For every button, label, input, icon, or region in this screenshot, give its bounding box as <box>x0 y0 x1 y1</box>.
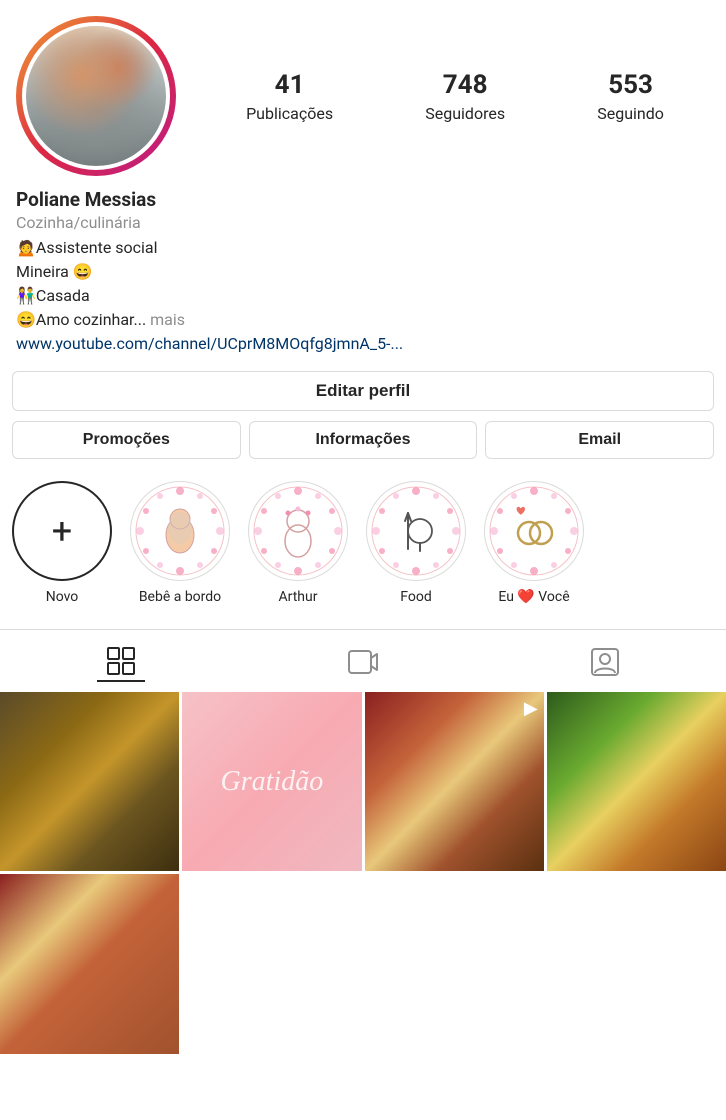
profile-link[interactable]: www.youtube.com/channel/UCprM8MOqfg8jmnA… <box>16 334 710 353</box>
plus-icon: + <box>52 513 72 549</box>
bio-more[interactable]: mais <box>150 310 185 329</box>
profile-name: Poliane Messias <box>16 188 710 211</box>
posts-stat[interactable]: 41 Publicações <box>246 70 333 123</box>
secondary-buttons-row: Promoções Informações Email <box>12 421 714 459</box>
eu-voce-story-image <box>486 483 582 579</box>
highlight-arthur[interactable]: Arthur <box>248 481 348 605</box>
posts-count: 41 <box>275 70 305 100</box>
grid-photo-3[interactable]: ▶ <box>365 692 544 871</box>
avatar[interactable] <box>16 16 176 176</box>
followers-label: Seguidores <box>425 104 505 123</box>
grid-photo-4[interactable] <box>547 692 726 871</box>
highlight-eu-voce[interactable]: Eu ❤️ Você <box>484 481 584 605</box>
profile-category: Cozinha/culinária <box>16 213 710 232</box>
stats-section: 41 Publicações 748 Seguidores 553 Seguin… <box>200 70 710 123</box>
tab-tagged[interactable] <box>581 642 629 682</box>
followers-stat[interactable]: 748 Seguidores <box>425 70 505 123</box>
highlight-arthur-circle <box>248 481 348 581</box>
food-story-image <box>368 483 464 579</box>
following-count: 553 <box>608 70 653 100</box>
promotions-button[interactable]: Promoções <box>12 421 241 459</box>
highlight-food-circle <box>366 481 466 581</box>
bio-line-1: 🙍Assistente social <box>16 236 710 260</box>
bio-line-4: 😄Amo cozinhar... mais <box>16 308 710 332</box>
highlight-bebe-label: Bebê a bordo <box>139 589 221 605</box>
bio-line-2: Mineira 😄 <box>16 260 710 284</box>
highlight-novo[interactable]: + Novo <box>12 481 112 605</box>
highlights-section: + Novo <box>0 469 726 605</box>
bio-section: Poliane Messias Cozinha/culinária 🙍Assis… <box>0 176 726 361</box>
photo-grid: Gratidão ▶ <box>0 692 726 1054</box>
tab-video[interactable] <box>339 642 387 682</box>
profile-header: 41 Publicações 748 Seguidores 553 Seguin… <box>0 0 726 176</box>
bebe-story-image <box>132 483 228 579</box>
video-play-icon: ▶ <box>524 698 538 719</box>
highlight-eu-voce-circle <box>484 481 584 581</box>
tab-grid[interactable] <box>97 642 145 682</box>
highlight-food[interactable]: Food <box>366 481 466 605</box>
email-button[interactable]: Email <box>485 421 714 459</box>
following-stat[interactable]: 553 Seguindo <box>597 70 664 123</box>
person-tag-icon <box>589 646 621 678</box>
informacoes-button[interactable]: Informações <box>249 421 478 459</box>
highlight-new-circle[interactable]: + <box>12 481 112 581</box>
highlight-bebe-circle <box>130 481 230 581</box>
arthur-story-image <box>250 483 346 579</box>
grid-photo-1[interactable] <box>0 692 179 871</box>
followers-count: 748 <box>443 70 488 100</box>
gratidao-text: Gratidão <box>221 766 324 798</box>
highlight-novo-label: Novo <box>46 589 79 605</box>
bio-line-3: 👫Casada <box>16 284 710 308</box>
posts-label: Publicações <box>246 104 333 123</box>
video-icon <box>347 646 379 678</box>
grid-photo-2[interactable]: Gratidão <box>182 692 361 871</box>
profile-buttons: Editar perfil Promoções Informações Emai… <box>0 361 726 469</box>
tab-bar <box>0 629 726 692</box>
highlight-eu-voce-label: Eu ❤️ Você <box>498 589 569 605</box>
grid-photo-5[interactable] <box>0 874 179 1053</box>
highlight-food-label: Food <box>400 589 431 605</box>
grid-icon <box>105 645 137 677</box>
highlight-arthur-label: Arthur <box>279 589 318 605</box>
highlight-bebe[interactable]: Bebê a bordo <box>130 481 230 605</box>
edit-profile-button[interactable]: Editar perfil <box>12 371 714 411</box>
following-label: Seguindo <box>597 104 664 123</box>
